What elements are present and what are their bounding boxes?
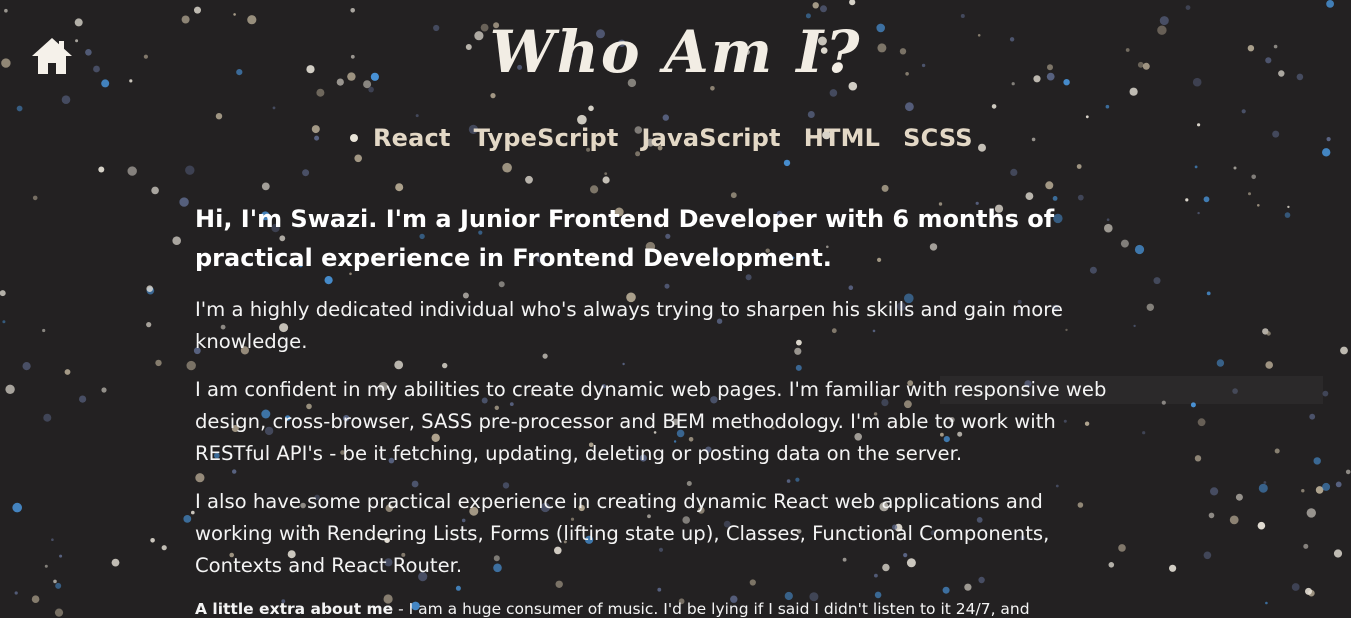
skill-label: JavaScript [641,124,781,152]
skill-label: SCSS [903,124,973,152]
about-section: Hi, I'm Swazi. I'm a Junior Frontend Dev… [195,200,1125,618]
skill-label: React [373,124,451,152]
skill-item: HTML [804,124,880,152]
about-page: Who Am I? React TypeScript JavaScript HT… [0,0,1351,618]
extra-text: - I am a huge consumer of music. I'd be … [393,600,1030,618]
extra-label: A little extra about me [195,600,394,618]
page-title: Who Am I? [489,18,862,86]
skill-item: React [350,124,451,152]
skill-label: TypeScript [473,124,619,152]
intro-heading: Hi, I'm Swazi. I'm a Junior Frontend Dev… [195,205,1055,272]
skill-item: SCSS [903,124,973,152]
about-paragraph: I also have some practical experience in… [195,490,1050,577]
about-paragraph: I am confident in my abilities to create… [195,378,1107,465]
skill-item: JavaScript [642,124,781,152]
skill-label: HTML [803,124,881,152]
about-paragraph: I'm a highly dedicated individual who's … [195,298,1063,353]
bullet-icon [350,134,358,142]
skills-list: React TypeScript JavaScript HTML SCSS [350,124,973,152]
skill-item: TypeScript [474,124,619,152]
extra-paragraph: A little extra about me - I am a huge co… [195,598,1125,618]
